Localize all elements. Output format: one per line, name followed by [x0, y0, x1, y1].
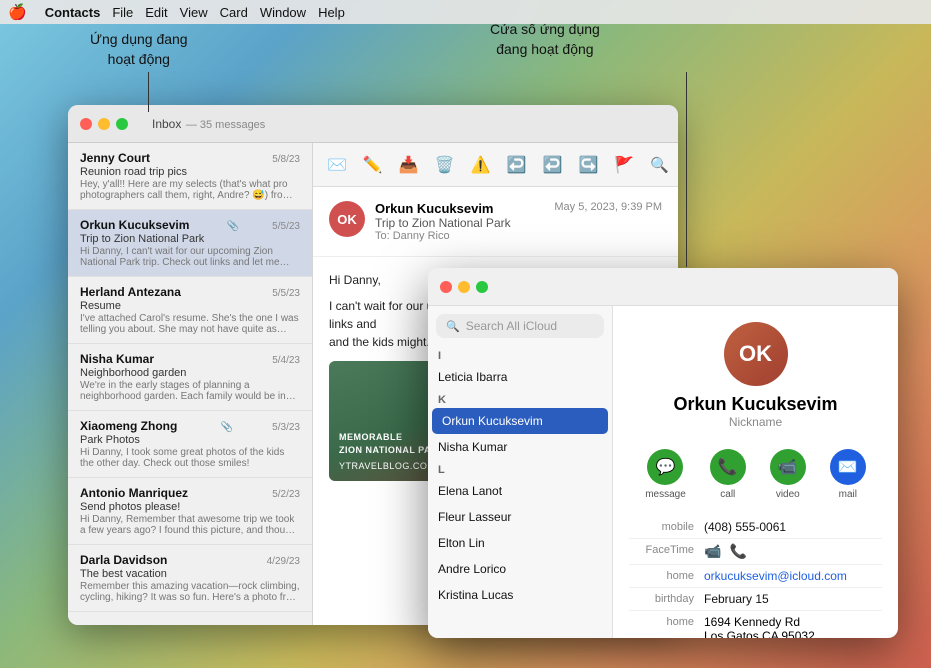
contact-list-item[interactable]: Elton Lin [428, 530, 612, 556]
mail-message-list: Jenny Court 5/8/23 Reunion road trip pic… [68, 143, 313, 625]
mail-message-item[interactable]: Jenny Court 5/8/23 Reunion road trip pic… [68, 143, 312, 210]
video-action[interactable]: 📹 video [770, 449, 806, 500]
mail-message-item[interactable]: Orkun Kucuksevim 📎 5/5/23 Trip to Zion N… [68, 210, 312, 277]
menubar: 🍎 Contacts File Edit View Card Window He… [0, 0, 931, 24]
mail-action[interactable]: ✉️ mail [830, 449, 866, 500]
message-label: message [645, 489, 686, 500]
contacts-section-label: L [428, 460, 612, 478]
home-address-value: 1694 Kennedy Rd Los Gatos CA 95032 [704, 615, 815, 638]
menu-card[interactable]: Card [220, 5, 248, 20]
email-header: OK Orkun Kucuksevim Trip to Zion Nationa… [313, 187, 678, 257]
contacts-search-placeholder: Search All iCloud [466, 319, 557, 333]
birthday-label: birthday [629, 592, 694, 605]
contact-detail-nickname: Nickname [629, 415, 882, 429]
mail-window-title: Inbox [152, 117, 181, 131]
contacts-titlebar [428, 268, 898, 306]
mobile-row: mobile (408) 555-0061 [629, 516, 882, 539]
mail-icon: ✉️ [830, 449, 866, 485]
video-icon: 📹 [770, 449, 806, 485]
reply-icon[interactable]: ↩️ [507, 155, 527, 175]
annotation-app-label: Ứng dụng đang hoạt động [90, 30, 188, 69]
contact-list-item[interactable]: Kristina Lucas [428, 582, 612, 608]
menu-edit[interactable]: Edit [145, 5, 167, 20]
menu-file[interactable]: File [112, 5, 133, 20]
contact-list-item[interactable]: Elena Lanot [428, 478, 612, 504]
contact-list-item[interactable]: Andre Lorico [428, 556, 612, 582]
call-action[interactable]: 📞 call [710, 449, 746, 500]
message-action[interactable]: 💬 message [645, 449, 686, 500]
mobile-label: mobile [629, 520, 694, 533]
call-icon: 📞 [710, 449, 746, 485]
email-date: May 5, 2023, 9:39 PM [554, 201, 662, 213]
facetime-video-icon[interactable]: 📹 [704, 543, 721, 560]
contacts-section-label: K [428, 390, 612, 408]
contact-list-item[interactable]: Orkun Kucuksevim [432, 408, 608, 434]
mail-message-item[interactable]: Nisha Kumar 5/4/23 Neighborhood garden W… [68, 344, 312, 411]
flag-icon[interactable]: 🚩 [614, 155, 634, 175]
home-address-label: home [629, 615, 694, 628]
contacts-close-button[interactable] [440, 281, 452, 293]
contacts-maximize-button[interactable] [476, 281, 488, 293]
contact-detail-name: Orkun Kucuksevim [629, 394, 882, 415]
junk-icon[interactable]: ⚠️ [471, 155, 491, 175]
video-label: video [776, 489, 800, 500]
mail-message-count: — 35 messages [186, 119, 266, 131]
menu-contacts[interactable]: Contacts [45, 5, 101, 20]
email-sender-name: Orkun Kucuksevim [375, 201, 511, 216]
facetime-icons: 📹 📞 [704, 543, 747, 560]
contacts-search-bar[interactable]: 🔍 Search All iCloud [436, 314, 604, 338]
email-subject: Trip to Zion National Park [375, 216, 511, 230]
email-to: To: Danny Rico [375, 230, 511, 242]
annotation-window-label: Cửa sổ ứng dụng đang hoạt động [490, 20, 600, 59]
delete-icon[interactable]: 🗑️ [435, 155, 455, 175]
search-icon: 🔍 [446, 320, 460, 333]
mobile-value: (408) 555-0061 [704, 520, 786, 534]
close-button[interactable] [80, 118, 92, 130]
mail-titlebar: Inbox — 35 messages [68, 105, 678, 143]
contact-list-item[interactable]: Nisha Kumar [428, 434, 612, 460]
mail-icon[interactable]: ✉️ [327, 155, 347, 175]
birthday-row: birthday February 15 [629, 588, 882, 611]
contacts-list-panel: 🔍 Search All iCloud ILeticia IbarraKOrku… [428, 268, 613, 638]
mail-label: mail [839, 489, 857, 500]
contacts-window: 🔍 Search All iCloud ILeticia IbarraKOrku… [428, 268, 898, 638]
facetime-audio-icon[interactable]: 📞 [729, 543, 746, 560]
mail-toolbar: ✉️ ✏️ 📥 🗑️ ⚠️ ↩️ ↩️ ↪️ 🚩 🔍 [313, 143, 678, 187]
contacts-detail-panel: OK Orkun Kucuksevim Nickname 💬 message 📞… [613, 268, 898, 638]
forward-icon[interactable]: ↪️ [578, 155, 598, 175]
home-email-row: home orkucuksevim@icloud.com [629, 565, 882, 588]
menu-view[interactable]: View [180, 5, 208, 20]
facetime-row: FaceTime 📹 📞 [629, 539, 882, 565]
mail-message-item[interactable]: Herland Antezana 5/5/23 Resume I've atta… [68, 277, 312, 344]
contacts-section-label: I [428, 346, 612, 364]
contact-list-item[interactable]: Leticia Ibarra [428, 364, 612, 390]
apple-menu-icon[interactable]: 🍎 [8, 3, 27, 21]
facetime-label: FaceTime [629, 543, 694, 556]
menu-window[interactable]: Window [260, 5, 306, 20]
maximize-button[interactable] [116, 118, 128, 130]
call-label: call [720, 489, 735, 500]
archive-icon[interactable]: 📥 [399, 155, 419, 175]
birthday-value: February 15 [704, 592, 769, 606]
contact-list-item[interactable]: Fleur Lasseur [428, 504, 612, 530]
mail-message-item[interactable]: Xiaomeng Zhong 📎 5/3/23 Park Photos Hi D… [68, 411, 312, 478]
mail-message-item[interactable]: Antonio Manriquez 5/2/23 Send photos ple… [68, 478, 312, 545]
search-icon[interactable]: 🔍 [650, 156, 669, 174]
home-email-value[interactable]: orkucuksevim@icloud.com [704, 569, 847, 583]
sender-avatar: OK [329, 201, 365, 237]
minimize-button[interactable] [98, 118, 110, 130]
reply-all-icon[interactable]: ↩️ [543, 155, 563, 175]
home-email-label: home [629, 569, 694, 582]
contact-info-rows: mobile (408) 555-0061 FaceTime 📹 📞 home … [613, 510, 898, 638]
menu-help[interactable]: Help [318, 5, 345, 20]
contact-detail-avatar: OK [724, 322, 788, 386]
home-address-row: home 1694 Kennedy Rd Los Gatos CA 95032 [629, 611, 882, 638]
contacts-minimize-button[interactable] [458, 281, 470, 293]
mail-message-item[interactable]: Darla Davidson 4/29/23 The best vacation… [68, 545, 312, 612]
contact-action-buttons: 💬 message 📞 call 📹 video ✉️ mail [613, 439, 898, 510]
compose-icon[interactable]: ✏️ [363, 155, 383, 175]
message-icon: 💬 [647, 449, 683, 485]
